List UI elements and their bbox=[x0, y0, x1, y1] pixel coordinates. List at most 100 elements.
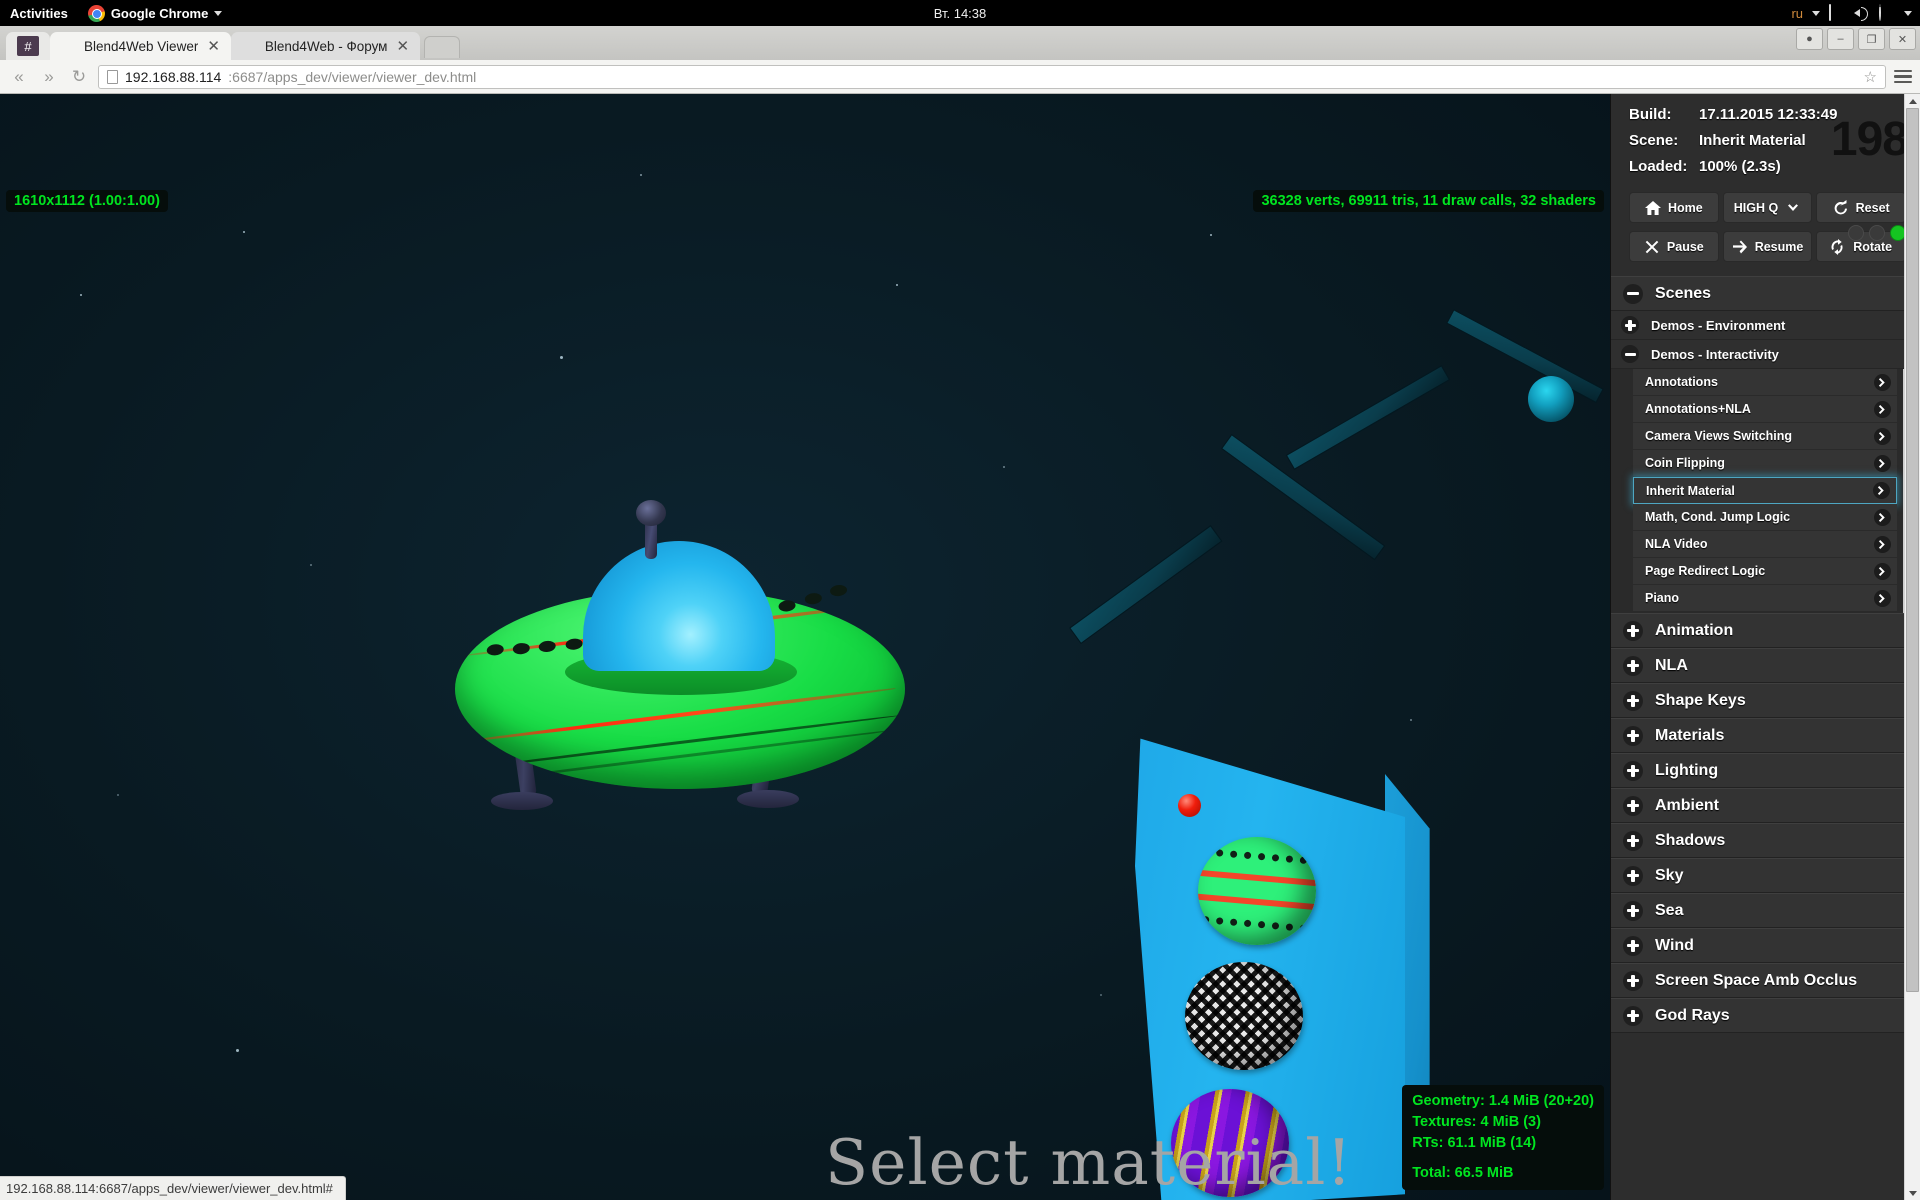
section-label: Animation bbox=[1655, 621, 1734, 639]
chevron-right-icon[interactable] bbox=[1874, 562, 1891, 580]
blend4web-icon bbox=[242, 38, 258, 54]
scene-item-page-redirect-logic[interactable]: Page Redirect Logic bbox=[1633, 558, 1897, 585]
tab-title: Blend4Web - Форум bbox=[264, 38, 388, 54]
page-info-icon[interactable] bbox=[107, 69, 118, 84]
chevron-right-icon[interactable] bbox=[1874, 427, 1891, 445]
pause-label: Pause bbox=[1666, 239, 1704, 254]
reset-button[interactable]: Reset bbox=[1816, 192, 1907, 223]
forward-icon[interactable]: » bbox=[38, 67, 60, 87]
pause-button[interactable]: Pause bbox=[1629, 231, 1719, 262]
scrollbar-thumb[interactable] bbox=[1906, 108, 1919, 992]
scene-group-demos-interactivity[interactable]: Demos - Interactivity bbox=[1611, 340, 1920, 369]
chevron-right-icon[interactable] bbox=[1873, 482, 1890, 499]
section-header-shape-keys[interactable]: Shape Keys bbox=[1611, 683, 1920, 718]
home-icon bbox=[1644, 200, 1661, 215]
resume-button[interactable]: Resume bbox=[1722, 231, 1813, 262]
section-header-scenes[interactable]: Scenes bbox=[1611, 276, 1920, 311]
scene-item-list: Annotations Annotations+NLA Camera Views… bbox=[1611, 369, 1920, 612]
section-header-materials[interactable]: Materials bbox=[1611, 718, 1920, 753]
chevron-right-icon[interactable] bbox=[1874, 400, 1891, 418]
close-icon[interactable]: ✕ bbox=[1889, 28, 1916, 50]
section-header-sea[interactable]: Sea bbox=[1611, 893, 1920, 928]
memory-stats-hud: Geometry: 1.4 MiB (20+20) Textures: 4 Mi… bbox=[1402, 1084, 1604, 1190]
power-icon[interactable] bbox=[1879, 4, 1895, 21]
scroll-up-icon[interactable] bbox=[1905, 94, 1920, 108]
plus-icon bbox=[1623, 900, 1643, 921]
section-label: God Rays bbox=[1655, 1006, 1730, 1024]
chevron-right-icon[interactable] bbox=[1874, 373, 1891, 391]
section-header-nla[interactable]: NLA bbox=[1611, 648, 1920, 683]
scene-label: Scene: bbox=[1629, 132, 1679, 149]
memory-geometry: Geometry: 1.4 MiB (20+20) bbox=[1412, 1092, 1594, 1109]
section-header-ambient[interactable]: Ambient bbox=[1611, 788, 1920, 823]
chevron-right-icon[interactable] bbox=[1874, 508, 1891, 526]
chevron-right-icon[interactable] bbox=[1874, 589, 1891, 607]
scene-item-piano[interactable]: Piano bbox=[1633, 585, 1897, 612]
close-icon[interactable]: ✕ bbox=[394, 39, 411, 54]
hamburger-icon[interactable] bbox=[1894, 69, 1912, 84]
robot-arm-object[interactable] bbox=[1069, 309, 1610, 724]
reload-icon[interactable]: ↻ bbox=[68, 67, 90, 87]
close-icon[interactable]: ✕ bbox=[205, 39, 222, 54]
star-icon[interactable]: ☆ bbox=[1864, 68, 1877, 86]
restore-icon[interactable]: ❐ bbox=[1858, 28, 1885, 50]
page-scrollbar[interactable] bbox=[1904, 94, 1920, 1200]
scene-item-coin-flipping[interactable]: Coin Flipping bbox=[1633, 450, 1897, 477]
resume-label: Resume bbox=[1754, 239, 1804, 254]
volume-icon[interactable] bbox=[1854, 5, 1870, 21]
minus-icon bbox=[1623, 283, 1643, 304]
minimize-icon[interactable]: – bbox=[1827, 28, 1854, 50]
tab-title: Blend4Web Viewer bbox=[84, 38, 199, 54]
plus-icon bbox=[1623, 970, 1643, 991]
scene-item-math-cond-jump-logic[interactable]: Math, Cond. Jump Logic bbox=[1633, 504, 1897, 531]
section-label: NLA bbox=[1655, 656, 1688, 674]
scene-group-demos-environment[interactable]: Demos - Environment bbox=[1611, 311, 1920, 340]
chevron-right-icon[interactable] bbox=[1874, 535, 1891, 553]
material-swatch-mesh[interactable] bbox=[1185, 962, 1303, 1070]
screen-icon[interactable] bbox=[1829, 4, 1845, 21]
section-header-sky[interactable]: Sky bbox=[1611, 858, 1920, 893]
section-header-shadows[interactable]: Shadows bbox=[1611, 823, 1920, 858]
section-label: Scenes bbox=[1655, 284, 1712, 302]
scene-item-label: Annotations+NLA bbox=[1645, 402, 1751, 416]
scene-item-camera-views-switching[interactable]: Camera Views Switching bbox=[1633, 423, 1897, 450]
url-path: :6687/apps_dev/viewer/viewer_dev.html bbox=[228, 68, 477, 85]
back-icon[interactable]: « bbox=[8, 67, 30, 87]
tab-blend4web-forum[interactable]: Blend4Web - Форум ✕ bbox=[230, 32, 421, 60]
scene-item-annotations-nla[interactable]: Annotations+NLA bbox=[1633, 396, 1897, 423]
plus-icon bbox=[1623, 865, 1643, 886]
plus-icon bbox=[1623, 830, 1643, 851]
chevron-right-icon[interactable] bbox=[1874, 454, 1891, 472]
chevron-down-icon bbox=[1788, 203, 1799, 211]
profile-icon[interactable]: ● bbox=[1796, 28, 1823, 50]
section-label: Sea bbox=[1655, 901, 1684, 919]
rotate-label: Rotate bbox=[1853, 239, 1893, 254]
home-label: Home bbox=[1667, 200, 1703, 215]
section-header-wind[interactable]: Wind bbox=[1611, 928, 1920, 963]
home-button[interactable]: Home bbox=[1629, 192, 1719, 223]
address-bar[interactable]: 192.168.88.114 :6687/apps_dev/viewer/vie… bbox=[98, 64, 1886, 89]
quality-dropdown[interactable]: HIGH Q bbox=[1722, 192, 1813, 223]
tab-app-shortcut[interactable]: # bbox=[6, 32, 50, 60]
plus-icon bbox=[1623, 690, 1643, 711]
section-header-lighting[interactable]: Lighting bbox=[1611, 753, 1920, 788]
new-tab-button[interactable] bbox=[424, 36, 461, 58]
tab-blend4web-viewer[interactable]: Blend4Web Viewer ✕ bbox=[50, 32, 231, 60]
fps-counter: 198 bbox=[1830, 113, 1909, 166]
scene-item-nla-video[interactable]: NLA Video bbox=[1633, 531, 1897, 558]
webgl-canvas[interactable]: Select material! 1610x1112 (1.00:1.00) 3… bbox=[0, 94, 1610, 1200]
section-header-god-rays[interactable]: God Rays bbox=[1611, 998, 1920, 1033]
ufo-object[interactable] bbox=[455, 500, 905, 849]
scroll-down-icon[interactable] bbox=[1905, 1186, 1920, 1200]
minus-icon bbox=[1621, 345, 1639, 363]
keyboard-language-indicator[interactable]: ru bbox=[1791, 6, 1803, 21]
scene-item-inherit-material[interactable]: Inherit Material bbox=[1633, 477, 1897, 504]
panel-led-indicator bbox=[1178, 794, 1201, 817]
chevron-down-icon[interactable] bbox=[1904, 10, 1912, 16]
desktop-clock[interactable]: Вт. 14:38 bbox=[0, 6, 1920, 21]
section-header-ssao[interactable]: Screen Space Amb Occlus bbox=[1611, 963, 1920, 998]
section-header-animation[interactable]: Animation bbox=[1611, 613, 1920, 648]
material-swatch-green-striped[interactable] bbox=[1198, 837, 1316, 945]
scene-item-annotations[interactable]: Annotations bbox=[1633, 369, 1897, 396]
blend4web-icon bbox=[61, 38, 77, 54]
